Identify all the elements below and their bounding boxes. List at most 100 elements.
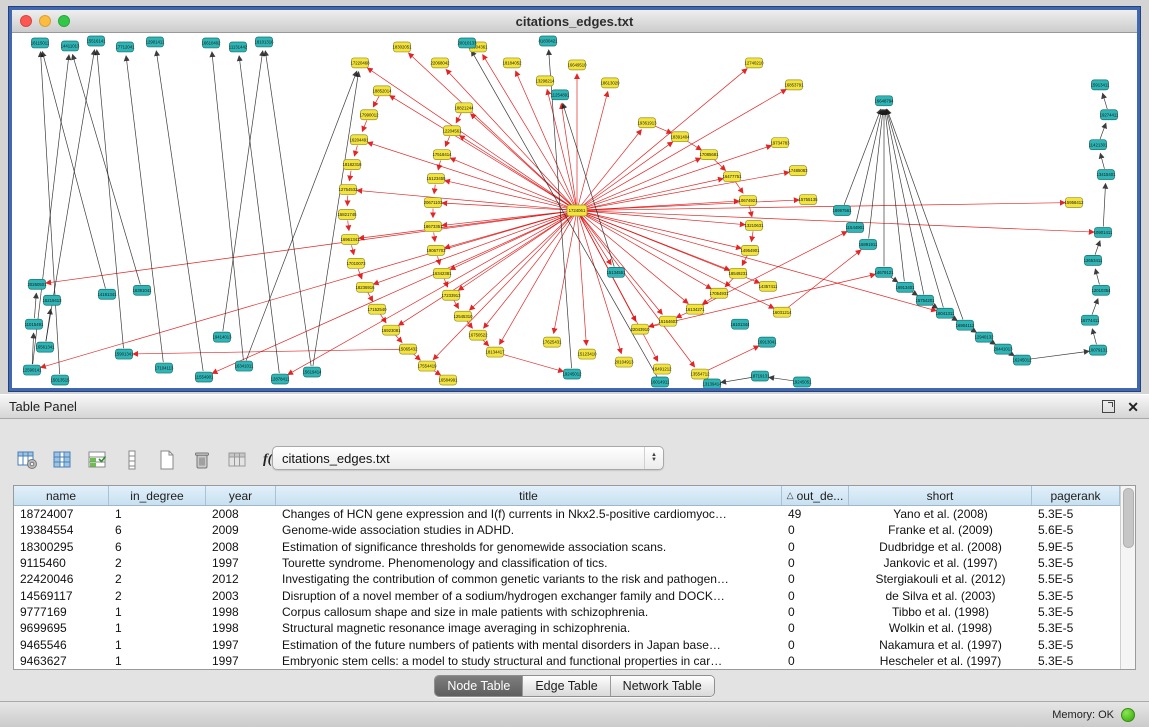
tab-network-table[interactable]: Network Table [611,676,714,696]
graph-node[interactable]: 13554712 [690,369,710,379]
new-document-icon[interactable] [154,447,180,473]
graph-node[interactable]: 12754532 [338,185,358,195]
column-header-title[interactable]: title [276,486,782,505]
graph-node[interactable]: 14954901 [740,245,760,255]
graph-node[interactable]: 11421301 [1089,140,1108,150]
graph-node[interactable]: 15134551 [606,267,626,277]
graph-node[interactable]: 11544901 [846,222,865,232]
graph-node[interactable]: 10674921 [738,196,758,206]
graph-node[interactable]: 20104913 [614,357,634,367]
graph-node-hub[interactable]: 1724061 [567,205,587,216]
graph-node[interactable]: 15913411 [1091,80,1110,90]
graph-node[interactable]: 18549231 [728,268,748,278]
graph-node[interactable]: 13298214 [535,76,555,86]
column-header-year[interactable]: year [206,486,276,505]
tab-edge-table[interactable]: Edge Table [523,676,610,696]
graph-node[interactable]: 16491212 [652,364,672,374]
graph-node[interactable]: 15516141 [86,36,106,46]
table-row[interactable]: 1456911722003Disruption of a novel membe… [14,587,1120,603]
graph-node[interactable]: 10901411 [1094,227,1113,237]
graph-node[interactable]: 16913401 [895,282,915,292]
graph-node[interactable]: 16904112 [956,320,975,330]
graph-node[interactable]: 15754201 [915,295,935,305]
network-window-titlebar[interactable]: citations_edges.txt [12,10,1137,33]
narrow-table-icon[interactable] [119,447,145,473]
graph-node[interactable]: 19245012 [562,369,582,379]
table-row[interactable]: 1872400712008Changes of HCN gene express… [14,506,1120,522]
graph-node[interactable]: 22068042 [430,58,450,68]
graph-node[interactable]: 16031214 [772,307,792,317]
graph-node[interactable]: 15958412 [1064,198,1084,208]
graph-node[interactable]: 81830421 [538,36,558,46]
graph-node[interactable]: 17220468 [350,58,370,68]
graph-node[interactable]: 17625431 [542,337,562,347]
table-row[interactable]: 2242004622012Investigating the contribut… [14,571,1120,587]
graph-node[interactable]: 15013515 [50,375,70,385]
graph-node[interactable]: 18236916 [355,282,375,292]
graph-node[interactable]: 16477751 [722,172,742,182]
graph-node[interactable]: 15164603 [658,316,678,326]
column-header-short[interactable]: short [849,486,1032,505]
delete-table-icon[interactable] [189,447,215,473]
graph-node[interactable]: 22043910 [630,324,650,334]
graph-node[interactable]: 12010354 [1091,285,1111,295]
graph-node[interactable]: 19067703 [426,245,446,255]
graph-node[interactable]: 16961341 [340,234,360,244]
graph-node[interactable]: 15619414 [302,367,322,377]
table-row[interactable]: 1830029562008Estimation of significance … [14,539,1120,555]
graph-node[interactable]: 18613029 [600,78,620,88]
graph-node[interactable]: 16391041 [132,285,152,295]
graph-node[interactable]: 18182318 [342,160,362,170]
graph-node[interactable]: 12940132 [974,332,994,342]
network-canvas[interactable]: 1724061188520141799001216204491181823181… [12,33,1137,388]
table-row[interactable]: 946554611997Estimation of the future num… [14,636,1120,652]
graph-node[interactable]: 18391404 [670,132,690,142]
graph-node[interactable]: 18041311 [936,308,955,318]
graph-node[interactable]: 20010133 [457,38,477,48]
scrollbar-thumb[interactable] [1123,488,1134,548]
graph-node[interactable]: 16649510 [567,60,587,70]
graph-node[interactable]: 16245012 [1012,355,1032,365]
graph-node[interactable]: 16913041 [757,337,777,347]
graph-node[interactable]: 15755135 [798,195,818,205]
graph-node[interactable]: 15219413 [42,295,62,305]
graph-node[interactable]: 19414013 [212,332,232,342]
close-panel-icon[interactable]: ✕ [1127,400,1139,414]
graph-node[interactable]: 12740210 [744,58,764,68]
graph-node[interactable]: 18997561 [832,206,852,216]
graph-node[interactable]: 11015491 [25,319,44,329]
graph-node[interactable]: 16774411 [1081,315,1100,325]
graph-node[interactable]: 17054931 [709,288,729,298]
graph-node[interactable]: 18719131 [750,371,770,381]
graph-node[interactable]: 14191341 [97,289,117,299]
graph-node[interactable]: 17104113 [155,363,174,373]
graph-node[interactable]: 15123455 [426,174,446,184]
graph-node[interactable]: 16923081 [381,325,401,335]
graph-node[interactable]: 18101316 [254,37,274,47]
graph-node[interactable]: 18852014 [372,86,392,96]
graph-node[interactable]: 13210631 [744,220,764,230]
graph-node[interactable]: 11554901 [195,372,214,382]
float-panel-icon[interactable] [1102,400,1115,413]
graph-node[interactable]: 19245051 [792,377,812,387]
graph-node[interactable]: 18821244 [454,103,474,113]
graph-node[interactable]: 16853791 [784,80,804,90]
table-vertical-scrollbar[interactable] [1120,486,1135,669]
graph-node[interactable]: 19361913 [637,118,657,128]
graph-node[interactable]: 16561341 [35,342,55,352]
table-row[interactable]: 911546021997Tourette syndrome. Phenomeno… [14,555,1120,571]
table-row[interactable]: 977716911998Corpus callosum shape and si… [14,604,1120,620]
graph-node[interactable]: 16341011 [235,361,254,371]
graph-node[interactable]: 20260501 [27,279,47,289]
column-header-name[interactable]: name [14,486,109,505]
graph-node[interactable]: 12545310 [453,311,473,321]
graph-node[interactable]: 14357411 [759,281,778,291]
graph-node[interactable]: 16750522 [468,330,488,340]
graph-node[interactable]: 17010073 [346,258,366,268]
graph-node[interactable]: 16204491 [349,135,369,145]
graph-node[interactable]: 18673351 [423,221,443,231]
import-table-icon[interactable] [224,447,250,473]
graph-node[interactable]: 14411013 [61,41,80,51]
table-row[interactable]: 946362711997Embryonic stem cells: a mode… [14,653,1120,669]
graph-node[interactable]: 10079131 [1088,345,1108,355]
